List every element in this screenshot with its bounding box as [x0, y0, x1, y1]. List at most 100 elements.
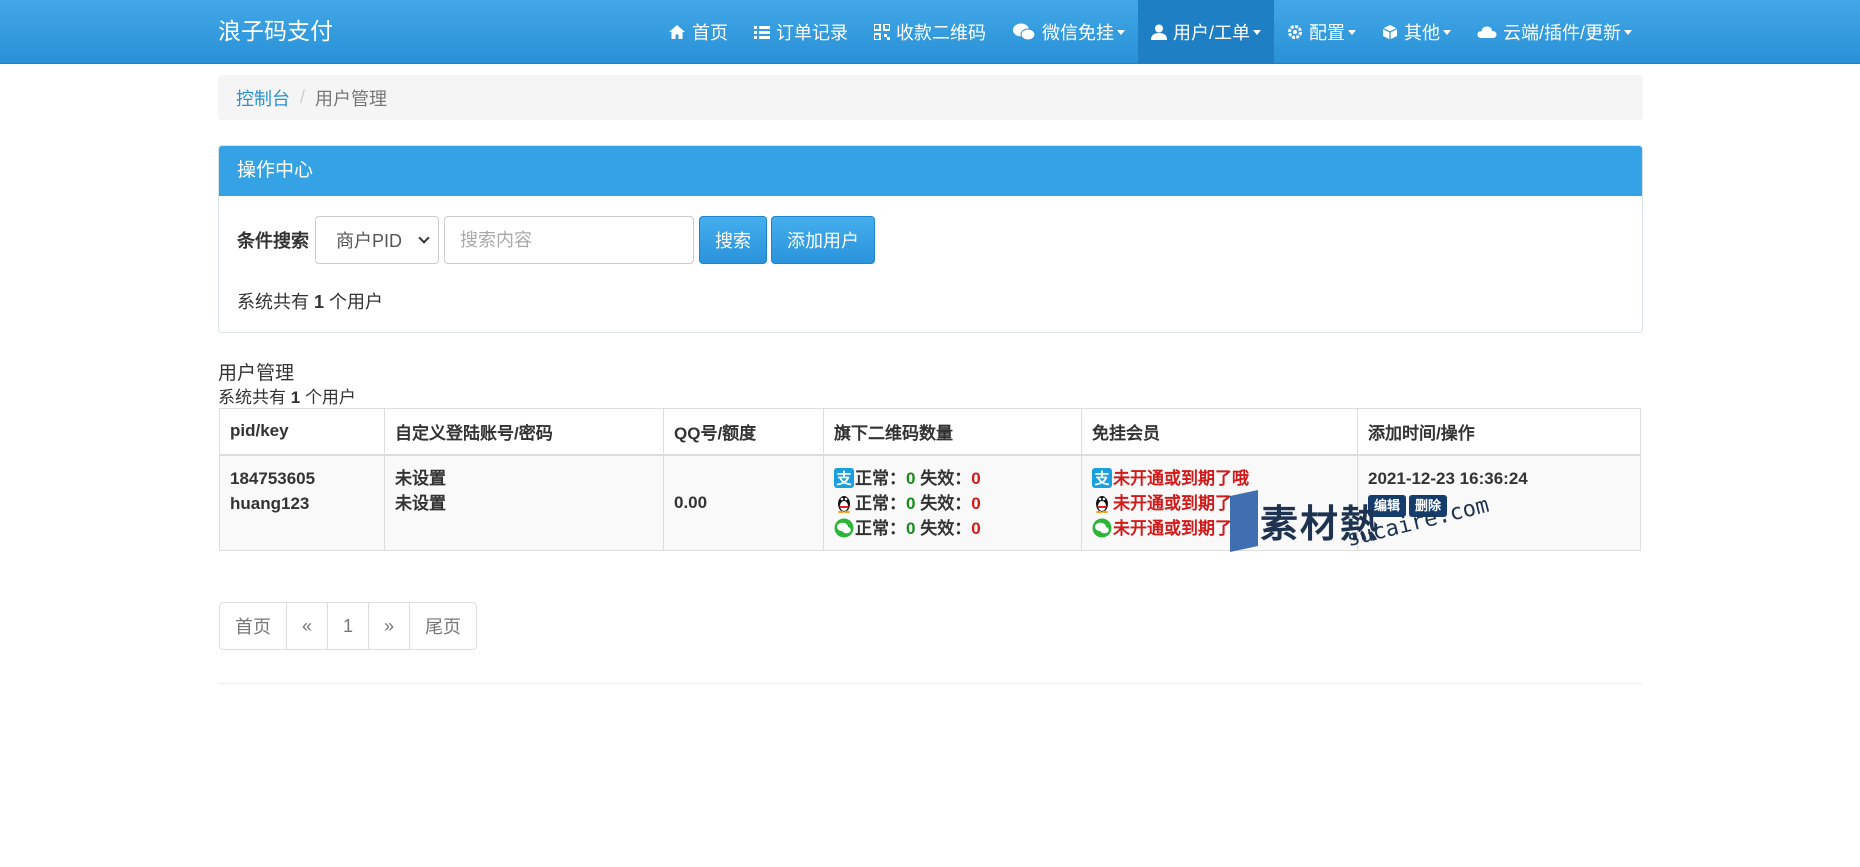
breadcrumb-separator: / [300, 87, 306, 107]
col-member: 免挂会员 [1081, 408, 1358, 455]
wechat-icon [1012, 23, 1036, 41]
operation-panel: 操作中心 条件搜索 商户PID 搜索 添加用户 系统共有 1 个用户 [218, 145, 1643, 333]
count-suffix: 个用户 [329, 292, 384, 312]
col-time-actions: 添加时间/操作 [1357, 408, 1641, 455]
password-value: 未设置 [395, 493, 446, 513]
qr-bad-label: 失效： [920, 518, 972, 538]
top-navbar: 浪子码支付 首页 订单记录 收款二维码 微信免挂 用户/工单 配置 其他 云端/… [0, 0, 1860, 64]
alipay-icon: 支 [834, 468, 854, 488]
nav-home[interactable]: 首页 [655, 0, 741, 64]
search-type-select[interactable]: 商户PID [315, 216, 439, 264]
cell-quota: 0.00 [663, 454, 824, 551]
qr-bad-value: 0 [971, 468, 981, 488]
main-nav: 首页 订单记录 收款二维码 微信免挂 用户/工单 配置 其他 云端/插件/更新 [655, 0, 1645, 64]
sub-value: 1 [290, 388, 301, 407]
qr-bad-label: 失效： [920, 468, 972, 488]
page-prev[interactable]: « [287, 603, 329, 649]
qr-ok-value: 0 [906, 493, 916, 513]
home-icon [668, 25, 685, 39]
qr-ok-label: 正常： [855, 493, 906, 513]
account-value: 未设置 [395, 468, 446, 488]
nav-home-label: 首页 [691, 23, 728, 43]
wechat-icon [834, 518, 854, 538]
pagination: 首页 « 1 » 尾页 [219, 602, 478, 650]
member-line-alipay: 支 未开通或到期了哦 [1092, 466, 1347, 491]
qr-ok-label: 正常： [855, 468, 906, 488]
alipay-icon: 支 [1092, 468, 1112, 488]
sub-prefix: 系统共有 [218, 388, 286, 407]
member-status: 未开通或到期了哦 [1113, 468, 1249, 488]
nav-other-label: 其他 [1403, 23, 1440, 43]
caret-down-icon [1347, 29, 1356, 35]
col-account: 自定义登陆账号/密码 [384, 408, 664, 455]
qr-ok-value: 0 [906, 468, 916, 488]
cell-account: 未设置 未设置 [384, 454, 664, 551]
breadcrumb: 控制台 / 用户管理 [218, 75, 1643, 120]
nav-users-label: 用户/工单 [1172, 23, 1250, 43]
table-header-row: pid/key 自定义登陆账号/密码 QQ号/额度 旗下二维码数量 免挂会员 添… [219, 408, 1641, 455]
caret-down-icon [1442, 29, 1451, 35]
wechat-icon [1092, 518, 1112, 538]
nav-wechat-label: 微信免挂 [1041, 23, 1114, 43]
cube-icon [1382, 25, 1398, 40]
qr-bad-value: 0 [971, 493, 981, 513]
table-title: 用户管理 [218, 363, 295, 384]
caret-down-icon [1252, 29, 1261, 35]
cell-pid-key: 184753605 huang123 [219, 454, 385, 551]
nav-cloud[interactable]: 云端/插件/更新 [1464, 0, 1645, 64]
chevron-down-icon [418, 231, 430, 244]
search-type-value: 商户PID [336, 231, 403, 251]
key-value: huang123 [230, 493, 310, 513]
qr-bad-value: 0 [971, 518, 981, 538]
count-prefix: 系统共有 [237, 292, 309, 312]
list-icon [753, 25, 770, 39]
page-next[interactable]: » [369, 603, 411, 649]
col-pid-key: pid/key [219, 408, 385, 455]
member-status: 未开通或到期了 [1113, 518, 1232, 538]
member-status: 未开通或到期了 [1113, 493, 1232, 513]
col-quota: QQ号/额度 [663, 408, 824, 455]
add-user-button[interactable]: 添加用户 [771, 216, 875, 264]
count-value: 1 [314, 292, 325, 312]
search-button[interactable]: 搜索 [699, 216, 767, 264]
nav-qrcode[interactable]: 收款二维码 [861, 0, 999, 64]
search-row: 条件搜索 商户PID 搜索 添加用户 [237, 216, 879, 264]
qr-bad-label: 失效： [920, 493, 972, 513]
panel-heading: 操作中心 [219, 146, 1642, 196]
user-icon [1150, 24, 1167, 40]
qr-line-wechat: 正常： 0 失效： 0 [834, 516, 1071, 541]
nav-other[interactable]: 其他 [1369, 0, 1464, 64]
svg-text:支: 支 [835, 470, 852, 488]
quota-value: 0.00 [674, 493, 708, 513]
page-number[interactable]: 1 [328, 603, 370, 649]
pid-value: 184753605 [230, 468, 316, 488]
nav-config[interactable]: 配置 [1274, 0, 1369, 64]
page-last[interactable]: 尾页 [410, 603, 476, 649]
qq-penguin-icon [838, 496, 850, 513]
nav-orders[interactable]: 订单记录 [741, 0, 861, 64]
qrcode-icon [873, 24, 890, 40]
qr-ok-label: 正常： [855, 518, 906, 538]
search-input[interactable] [444, 216, 694, 264]
svg-text:支: 支 [1093, 470, 1110, 488]
qr-line-alipay: 支 正常： 0 失效： 0 [834, 466, 1071, 491]
nav-users[interactable]: 用户/工单 [1137, 0, 1274, 64]
nav-orders-label: 订单记录 [775, 23, 848, 43]
brand-title[interactable]: 浪子码支付 [218, 0, 333, 64]
qq-penguin-icon [1096, 496, 1108, 513]
col-qr-count: 旗下二维码数量 [823, 408, 1082, 455]
added-time: 2021-12-23 16:36:24 [1368, 468, 1528, 488]
panel-user-count: 系统共有 1 个用户 [237, 288, 383, 314]
breadcrumb-current: 用户管理 [315, 88, 388, 109]
gear-icon [1287, 25, 1302, 39]
page-first[interactable]: 首页 [220, 603, 287, 649]
nav-qrcode-label: 收款二维码 [895, 23, 986, 43]
search-label: 条件搜索 [237, 231, 309, 251]
footer-divider [218, 683, 1643, 684]
qr-ok-value: 0 [906, 518, 916, 538]
breadcrumb-home[interactable]: 控制台 [236, 85, 290, 111]
nav-wechat[interactable]: 微信免挂 [999, 0, 1138, 64]
nav-cloud-label: 云端/插件/更新 [1502, 23, 1621, 43]
cloud-icon [1477, 26, 1497, 38]
cell-qr-count: 支 正常： 0 失效： 0 正常： 0 失效： 0 正常： 0 失效： 0 [823, 454, 1082, 551]
